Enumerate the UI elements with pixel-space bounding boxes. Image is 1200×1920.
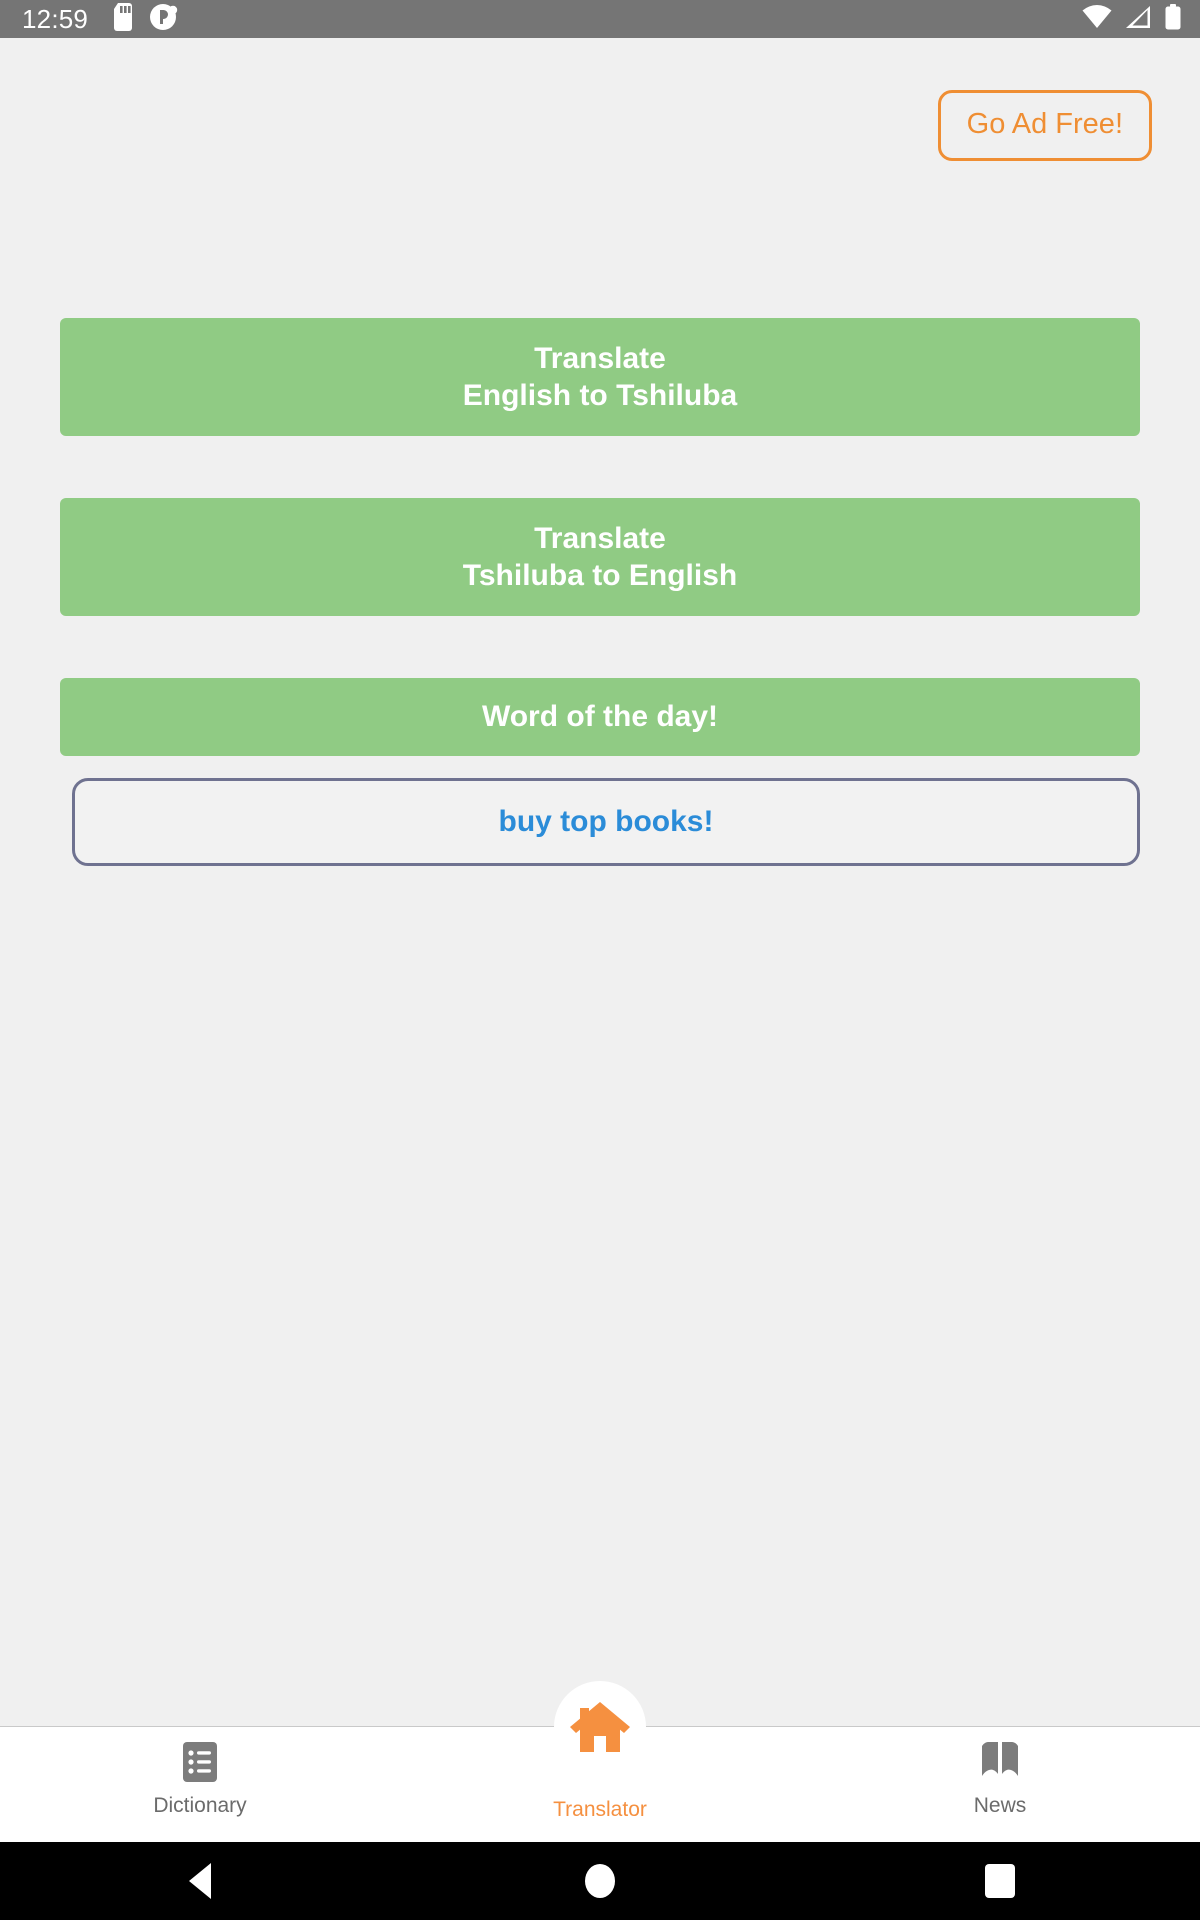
circle-app-icon — [150, 3, 178, 36]
status-bar-right-icons — [1082, 3, 1182, 35]
system-back-button[interactable] — [140, 1842, 260, 1920]
button-line-1: Translate — [534, 341, 666, 375]
bottom-navigation-bar: Dictionary Translator News — [0, 1681, 1200, 1843]
system-recents-button[interactable] — [940, 1842, 1060, 1920]
status-bar: 12:59 — [0, 0, 1200, 38]
nav-label-dictionary: Dictionary — [153, 1794, 247, 1817]
translate-tshiluba-to-english-button[interactable]: Translate Tshiluba to English — [60, 498, 1140, 616]
button-line-1: Translate — [534, 521, 666, 555]
nav-item-news[interactable]: News — [800, 1727, 1200, 1843]
nav-label-translator: Translator — [553, 1798, 647, 1821]
list-document-icon — [181, 1741, 219, 1783]
back-triangle-icon — [189, 1863, 211, 1899]
go-ad-free-button[interactable]: Go Ad Free! — [937, 90, 1152, 161]
home-icon — [568, 1702, 632, 1752]
buy-top-books-button[interactable]: buy top books! — [72, 778, 1140, 866]
status-bar-left-icons — [112, 2, 178, 36]
button-line-1: Word of the day! — [481, 700, 719, 734]
home-circle-icon — [585, 1864, 615, 1898]
translator-bubble — [554, 1681, 646, 1773]
cellular-signal-icon — [1124, 5, 1152, 34]
button-line-2: English to Tshiluba — [462, 379, 738, 412]
open-book-icon — [979, 1741, 1021, 1783]
system-home-button[interactable] — [540, 1842, 660, 1920]
translate-english-to-tshiluba-button[interactable]: Translate English to Tshiluba — [60, 318, 1140, 436]
nav-item-translator[interactable]: Translator — [400, 1681, 800, 1843]
app-screen: 12:59 Go Ad Free! Translate English to T… — [0, 0, 1200, 1920]
android-system-navigation — [0, 1842, 1200, 1920]
battery-icon — [1164, 3, 1182, 35]
recents-square-icon — [985, 1864, 1015, 1898]
wifi-icon — [1082, 4, 1112, 34]
nav-label-news: News — [973, 1794, 1027, 1817]
button-line-2: Tshiluba to English — [462, 559, 738, 592]
word-of-the-day-button[interactable]: Word of the day! — [60, 678, 1140, 756]
sd-card-icon — [112, 2, 136, 36]
nav-item-dictionary[interactable]: Dictionary — [0, 1727, 400, 1843]
status-bar-clock: 12:59 — [22, 4, 89, 34]
